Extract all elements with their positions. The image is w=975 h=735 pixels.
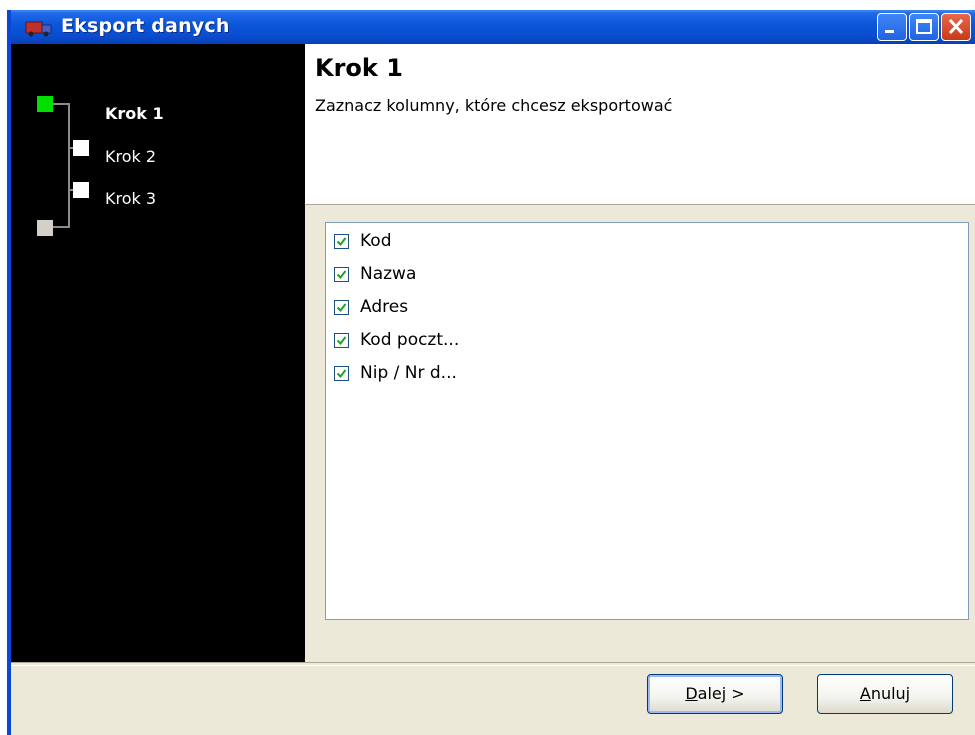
checkbox[interactable] xyxy=(334,300,349,315)
column-label: Adres xyxy=(360,297,409,317)
next-button-mnemonic: D xyxy=(685,684,698,703)
checkmark-icon xyxy=(336,270,347,280)
cancel-button-mnemonic: A xyxy=(859,684,871,703)
minimize-button[interactable] xyxy=(877,13,907,41)
cancel-button-label: nuluj xyxy=(870,684,911,703)
column-label: Kod xyxy=(360,231,392,251)
checkmark-icon xyxy=(336,336,347,346)
checkbox[interactable] xyxy=(334,366,349,381)
step-2-node xyxy=(73,140,89,156)
column-label: Nip / Nr d... xyxy=(360,363,457,383)
checkmark-icon xyxy=(336,237,347,247)
checkbox[interactable] xyxy=(334,234,349,249)
step-3-label: Krok 3 xyxy=(105,189,157,208)
step-title: Krok 1 xyxy=(315,54,403,82)
next-button-label: alej > xyxy=(697,684,745,703)
next-button[interactable]: Dalej > xyxy=(647,674,783,714)
truck-icon xyxy=(25,21,52,37)
maximize-icon xyxy=(916,19,932,34)
export-wizard-window: Eksport danych Krok 1 Krok 2 Krok 3 Krok… xyxy=(7,10,975,735)
close-button[interactable] xyxy=(941,13,971,41)
step-description: Zaznacz kolumny, które chcesz eksportowa… xyxy=(315,96,673,115)
checkmark-icon xyxy=(336,369,347,379)
step-end-node xyxy=(37,220,53,236)
step-1-label: Krok 1 xyxy=(105,104,164,123)
checkbox[interactable] xyxy=(334,267,349,282)
cancel-button[interactable]: Anuluj xyxy=(817,674,953,714)
close-icon xyxy=(948,18,964,35)
minimize-icon xyxy=(885,30,894,33)
maximize-button[interactable] xyxy=(909,13,939,41)
title-bar[interactable]: Eksport danych xyxy=(11,10,975,44)
checkbox[interactable] xyxy=(334,333,349,348)
step-3-node xyxy=(73,182,89,198)
step-1-node xyxy=(37,96,53,112)
column-label: Nazwa xyxy=(360,264,417,284)
column-label: Kod poczt... xyxy=(360,330,460,350)
checkmark-icon xyxy=(336,303,347,313)
step-header: Krok 1 Zaznacz kolumny, które chcesz eks… xyxy=(305,44,975,205)
footer-divider xyxy=(11,662,975,666)
window-title: Eksport danych xyxy=(61,15,230,37)
columns-checklist[interactable]: Kod Nazwa Adres Kod poczt... Nip / Nr d.… xyxy=(325,222,969,620)
step-2-label: Krok 2 xyxy=(105,147,157,166)
steps-panel: Krok 1 Krok 2 Krok 3 xyxy=(11,44,305,662)
